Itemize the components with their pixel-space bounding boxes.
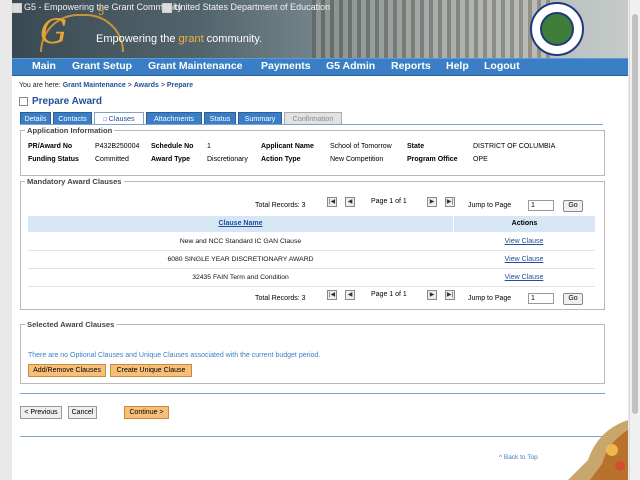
- jump-label-bottom: Jump to Page: [468, 295, 512, 302]
- view-clause-link[interactable]: View Clause: [453, 233, 595, 250]
- table-row: 6080 SINGLE YEAR DISCRETIONARY AWARD Vie…: [28, 251, 595, 269]
- table-row: 32435 FAIN Term and Condition View Claus…: [28, 269, 595, 287]
- breadcrumb-prefix: You are here:: [19, 82, 61, 89]
- clause-name-cell: 6080 SINGLE YEAR DISCRETIONARY AWARD: [167, 256, 314, 263]
- page-title: Prepare Award: [19, 96, 102, 107]
- section-divider: [20, 393, 605, 394]
- first-page-icon[interactable]: |◀: [327, 197, 337, 207]
- back-to-top-link[interactable]: ^ Back to Top: [499, 454, 538, 461]
- continue-button[interactable]: Continue >: [124, 406, 169, 419]
- header-banner: G5 - Empowering the Grant Community Unit…: [12, 0, 628, 58]
- nav-main[interactable]: Main: [32, 60, 56, 72]
- clause-name-header[interactable]: Clause Name: [28, 216, 453, 232]
- program-office-value: OPE: [473, 156, 488, 163]
- program-office-label: Program Office: [407, 156, 458, 163]
- view-clause-link[interactable]: View Clause: [453, 251, 595, 268]
- broken-image-icon: [162, 2, 172, 13]
- jump-label-top: Jump to Page: [468, 202, 512, 209]
- page-indicator-bottom: Page 1 of 1: [371, 291, 407, 298]
- next-page-icon[interactable]: ▶: [427, 197, 437, 207]
- nav-payments[interactable]: Payments: [261, 60, 311, 72]
- nav-help[interactable]: Help: [446, 60, 469, 72]
- state-label: State: [407, 143, 425, 150]
- page-indicator-top: Page 1 of 1: [371, 198, 407, 205]
- nav-grant-setup[interactable]: Grant Setup: [72, 60, 132, 72]
- clause-name-cell: New and NCC Standard IC GAN Clause: [179, 238, 302, 245]
- cancel-button[interactable]: Cancel: [68, 406, 97, 419]
- pr-award-no-label: PR/Award No: [28, 143, 73, 150]
- no-clauses-message: There are no Optional Clauses and Unique…: [28, 352, 321, 359]
- prev-page-icon[interactable]: ◀: [345, 197, 355, 207]
- page-title-text: Prepare Award: [32, 96, 103, 107]
- page-icon: [19, 96, 28, 106]
- actions-header: Actions: [454, 216, 595, 232]
- corner-art-icon: [568, 420, 628, 480]
- action-type-label: Action Type: [261, 156, 301, 163]
- nav-reports[interactable]: Reports: [391, 60, 431, 72]
- next-page-icon[interactable]: ▶: [427, 290, 437, 300]
- pr-award-no-value: P432B250004: [95, 143, 140, 150]
- nav-g5-admin[interactable]: G5 Admin: [326, 60, 375, 72]
- tagline-part: Empowering the: [96, 33, 179, 45]
- tab-clauses-label: Clauses: [108, 114, 135, 123]
- last-page-icon[interactable]: ▶|: [445, 197, 455, 207]
- action-type-value: New Competition: [330, 156, 384, 163]
- funding-status-label: Funding Status: [28, 156, 79, 163]
- go-button-top[interactable]: Go: [563, 200, 583, 212]
- award-type-value: Discretionary: [207, 156, 248, 163]
- department-seal-icon: [530, 2, 584, 56]
- mandatory-clauses-legend: Mandatory Award Clauses: [27, 177, 122, 186]
- broken-ed-image: United States Department of Education: [162, 2, 330, 13]
- award-type-label: Award Type: [151, 156, 191, 163]
- tagline: Empowering the grant community.: [96, 33, 262, 45]
- footer-divider: [20, 436, 605, 437]
- create-unique-clause-button[interactable]: Create Unique Clause: [110, 364, 192, 377]
- schedule-no-label: Schedule No: [151, 143, 194, 150]
- schedule-no-value: 1: [207, 143, 211, 150]
- previous-button[interactable]: < Previous: [20, 406, 62, 419]
- ed-alt-text: United States Department of Education: [174, 2, 331, 12]
- breadcrumb-awards[interactable]: Awards: [134, 82, 159, 89]
- first-page-icon[interactable]: |◀: [327, 290, 337, 300]
- breadcrumb-prepare[interactable]: Prepare: [167, 82, 193, 89]
- tagline-highlight: grant: [178, 33, 204, 45]
- application-information-panel: Application Information: [20, 126, 605, 176]
- last-page-icon[interactable]: ▶|: [445, 290, 455, 300]
- go-button-bottom[interactable]: Go: [563, 293, 583, 305]
- clause-name-cell: 32435 FAIN Term and Condition: [192, 274, 289, 281]
- broken-image-icon: [12, 2, 22, 13]
- g5-logo-superscript: 5: [98, 6, 105, 18]
- view-clause-link[interactable]: View Clause: [453, 269, 595, 286]
- nav-logout[interactable]: Logout: [484, 60, 520, 72]
- library-background: [312, 0, 552, 58]
- selected-clauses-legend: Selected Award Clauses: [27, 320, 115, 329]
- state-value: DISTRICT OF COLUMBIA: [473, 143, 556, 150]
- applicant-name-label: Applicant Name: [261, 143, 314, 150]
- breadcrumb-grant-maintenance[interactable]: Grant Maintenance: [63, 82, 126, 89]
- tab-underline: [20, 124, 603, 125]
- total-records-top: Total Records: 3: [255, 202, 306, 209]
- corner-decoration: [568, 420, 628, 480]
- breadcrumb: You are here: Grant Maintenance > Awards…: [19, 82, 193, 89]
- breadcrumb-separator: >: [160, 82, 165, 89]
- applicant-name-value: School of Tomorrow: [330, 143, 392, 150]
- seal-tree-icon: [540, 12, 574, 46]
- prev-page-icon[interactable]: ◀: [345, 290, 355, 300]
- main-nav: Main Grant Setup Grant Maintenance Payme…: [12, 58, 628, 76]
- total-records-bottom: Total Records: 3: [255, 295, 306, 302]
- application-information-legend: Application Information: [27, 126, 113, 135]
- scrollbar-thumb[interactable]: [632, 14, 638, 414]
- table-row: New and NCC Standard IC GAN Clause View …: [28, 233, 595, 251]
- add-remove-clauses-button[interactable]: Add/Remove Clauses: [28, 364, 106, 377]
- tagline-part: community.: [203, 33, 263, 45]
- g5-logo: G: [40, 12, 68, 52]
- breadcrumb-separator: >: [127, 82, 132, 89]
- page: G5 - Empowering the Grant Community Unit…: [12, 0, 628, 480]
- nav-grant-maintenance[interactable]: Grant Maintenance: [148, 60, 243, 72]
- jump-page-input-top[interactable]: 1: [528, 200, 554, 211]
- funding-status-value: Committed: [95, 156, 129, 163]
- jump-page-input-bottom[interactable]: 1: [528, 293, 554, 304]
- vertical-scrollbar[interactable]: [629, 0, 640, 480]
